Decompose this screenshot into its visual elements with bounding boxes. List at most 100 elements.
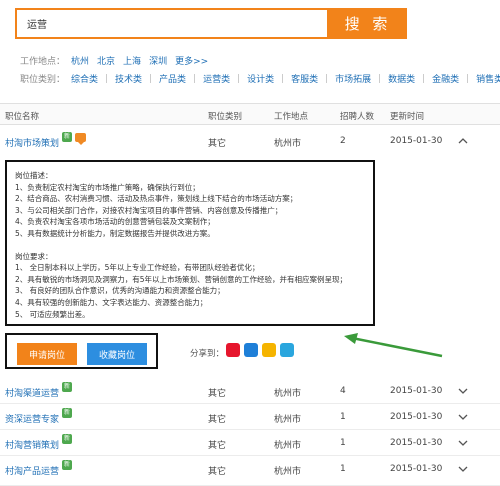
job-type: 其它 [208,415,227,425]
divider [326,73,328,83]
category-sales[interactable]: 销售类 [476,72,500,85]
duty-item: 1、负责制定农村淘宝的市场推广策略，确保执行到位； [15,182,200,192]
job-title-link[interactable]: 村淘渠道运营 [5,386,59,399]
job-title-link[interactable]: 资深运营专家 [5,412,59,425]
requirement-item: 1、 全日制本科以上学历，5年以上专业工作经验，有带团队经验者优化； [15,263,260,273]
category-design[interactable]: 设计类 [247,72,274,85]
job-title-link[interactable]: 村淘市场策划 [5,136,59,149]
job-location: 杭州市 [274,415,302,425]
duty-heading: 岗位描述： [15,171,53,180]
requirement-item: 4、具有较强的创新能力、文字表达能力、资源整合能力； [15,297,208,307]
duty-item: 5、具有数据统计分析能力，制定数据报告并提供改进方案。 [15,228,215,238]
requirement-item: 3、 有良好的团队合作意识，优秀的沟通能力和资源整合能力； [15,286,225,296]
duty-item: 4、负责农村淘宝各项市场活动的创意营销包装及文案制作； [15,217,215,227]
location-filter: 工作地点： 杭州 北京 上海 深圳 更多>> [20,53,216,67]
job-update-date: 2015-01-30 [390,438,443,448]
divider [423,73,425,83]
location-shanghai[interactable]: 上海 [123,54,141,67]
category-general[interactable]: 综合类 [71,72,98,85]
new-badge: 新 [62,434,72,444]
header-location: 工作地点 [274,112,309,122]
save-job-button[interactable]: 收藏岗位 [87,343,147,365]
table-row-expanded[interactable]: 村淘市场策划 新 其它 杭州市 2 2015-01-30 [0,128,500,154]
apply-button[interactable]: 申请岗位 [17,343,77,365]
table-row[interactable]: 村淘产品运营 新 其它 杭州市 1 2015-01-30 [0,456,500,486]
duty-item: 3、与公司相关部门合作，对接农村淘宝项目的事件营销、内容创意及传播推广； [15,205,283,215]
job-headcount: 2 [340,136,346,146]
job-update-date: 2015-01-30 [390,386,443,396]
divider [194,73,196,83]
divider [379,73,381,83]
job-update-date: 2015-01-30 [390,136,443,146]
duty-item: 2、结合商品、农村消费习惯、活动及热点事件，策划线上线下结合的市场活动方案； [15,194,298,204]
location-beijing[interactable]: 北京 [97,54,115,67]
table-row[interactable]: 村淘渠道运营 新 其它 杭州市 4 2015-01-30 [0,378,500,404]
job-title-link[interactable]: 村淘营销策划 [5,438,59,451]
chevron-down-icon[interactable] [457,463,469,475]
search-bar: 搜 索 [15,8,407,39]
new-badge: 新 [62,132,72,142]
search-input[interactable] [15,8,329,39]
table-header: 职位名称 职位类别 工作地点 招聘人数 更新时间 [0,103,500,125]
job-type: 其它 [208,467,227,477]
job-headcount: 1 [340,438,346,448]
requirement-item: 5、 可适应频繁出差。 [15,309,90,319]
qzone-share-icon[interactable] [262,343,276,357]
table-row[interactable]: 村淘营销策划 新 其它 杭州市 1 2015-01-30 [0,430,500,456]
new-badge: 新 [62,460,72,470]
weibo-share-icon[interactable] [226,343,240,357]
job-location: 杭州市 [274,139,302,149]
category-product[interactable]: 产品类 [159,72,186,85]
job-location: 杭州市 [274,467,302,477]
divider [238,73,240,83]
category-market[interactable]: 市场拓展 [335,72,371,85]
job-update-date: 2015-01-30 [390,412,443,422]
job-headcount: 1 [340,464,346,474]
requirement-heading: 岗位要求： [15,251,53,261]
divider [106,73,108,83]
job-update-date: 2015-01-30 [390,464,443,474]
divider [282,73,284,83]
action-buttons-group: 申请岗位 收藏岗位 [5,333,158,369]
new-badge: 新 [62,382,72,392]
category-filter: 职位类别： 综合类 技术类 产品类 运营类 设计类 客服类 市场拓展 数据类 金… [20,71,500,85]
chat-icon[interactable] [75,133,86,145]
header-update-time: 更新时间 [390,112,425,122]
new-badge: 新 [62,408,72,418]
annotation-arrow [344,333,443,358]
job-type: 其它 [208,139,227,149]
category-filter-label: 职位类别： [20,74,66,85]
job-title-link[interactable]: 村淘产品运营 [5,464,59,477]
category-data[interactable]: 数据类 [388,72,415,85]
category-finance[interactable]: 金融类 [432,72,459,85]
job-description-panel: 岗位描述： 1、负责制定农村淘宝的市场推广策略，确保执行到位； 2、结合商品、农… [5,160,375,326]
tencent-weibo-share-icon[interactable] [280,343,294,357]
header-headcount: 招聘人数 [340,112,375,122]
job-location: 杭州市 [274,389,302,399]
location-hangzhou[interactable]: 杭州 [71,54,89,67]
location-more[interactable]: 更多>> [175,54,208,67]
chevron-down-icon[interactable] [457,437,469,449]
location-shenzhen[interactable]: 深圳 [149,54,167,67]
header-job-name: 职位名称 [5,112,40,122]
chevron-up-icon[interactable] [457,135,469,147]
category-service[interactable]: 客服类 [291,72,318,85]
chevron-down-icon[interactable] [457,385,469,397]
header-job-type: 职位类别 [208,112,243,122]
table-row[interactable]: 资深运营专家 新 其它 杭州市 1 2015-01-30 [0,404,500,430]
job-headcount: 4 [340,386,346,396]
divider [467,73,469,83]
job-type: 其它 [208,389,227,399]
share-label: 分享到： [190,349,225,359]
requirement-item: 2、具有敏锐的市场洞见及洞察力，有5年以上市场策划、营销创意的工作经验，并有相应… [15,274,348,284]
job-type: 其它 [208,441,227,451]
divider [150,73,152,83]
location-filter-label: 工作地点： [20,56,66,67]
category-operations[interactable]: 运营类 [203,72,230,85]
renren-share-icon[interactable] [244,343,258,357]
search-button[interactable]: 搜 索 [329,8,407,39]
job-headcount: 1 [340,412,346,422]
job-location: 杭州市 [274,441,302,451]
category-tech[interactable]: 技术类 [115,72,142,85]
chevron-down-icon[interactable] [457,411,469,423]
